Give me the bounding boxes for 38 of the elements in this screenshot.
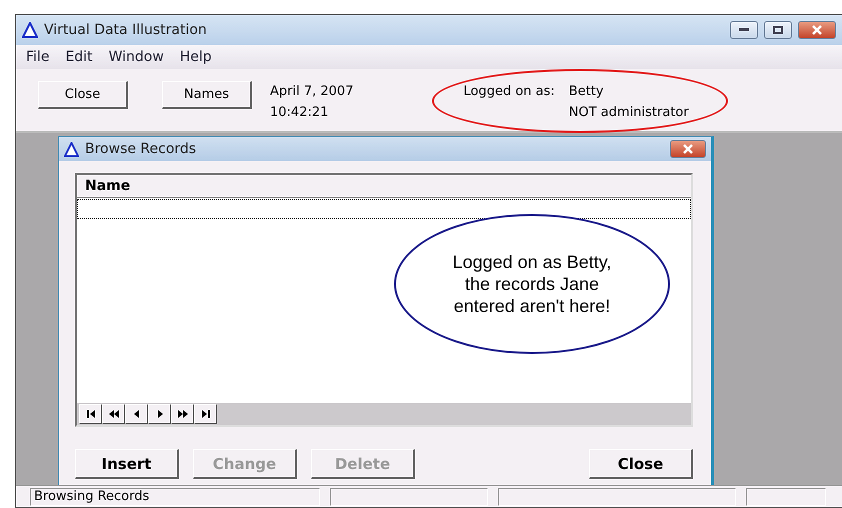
toolbar-button[interactable]: Names xyxy=(162,81,252,109)
menu-item[interactable]: Window xyxy=(108,49,164,65)
minimize-button[interactable] xyxy=(730,21,758,39)
nav-button[interactable] xyxy=(102,404,125,424)
minimize-icon xyxy=(739,28,749,32)
logged-on-label: Logged on as: xyxy=(463,84,555,99)
maximize-button[interactable] xyxy=(764,21,792,39)
last-arrow-icon xyxy=(200,408,212,420)
next-page-arrow-icon xyxy=(176,408,188,420)
nav-button[interactable] xyxy=(125,404,148,424)
callout-text: Logged on as Betty, the records Jane entered aren't here! xyxy=(452,251,612,317)
nav-button[interactable] xyxy=(171,404,194,424)
close-icon xyxy=(811,25,823,35)
nav-button[interactable] xyxy=(79,404,102,424)
child-window-title: Browse Records xyxy=(85,141,198,157)
close-button[interactable] xyxy=(798,21,836,39)
menu-item[interactable]: File xyxy=(26,49,50,65)
status-text: Browsing Records xyxy=(30,488,320,506)
nav-button[interactable] xyxy=(148,404,171,424)
date-text: April 7, 2007 xyxy=(270,84,354,99)
action-button[interactable]: Insert xyxy=(75,449,179,479)
menu-item[interactable]: Edit xyxy=(65,49,93,65)
prev-page-arrow-icon xyxy=(108,408,120,420)
close-button[interactable] xyxy=(670,140,706,158)
close-icon xyxy=(682,144,694,154)
time-text: 10:42:21 xyxy=(270,105,330,120)
window-title: Virtual Data Illustration xyxy=(44,22,208,38)
action-button[interactable]: Close xyxy=(589,449,693,479)
first-arrow-icon xyxy=(84,408,96,420)
user-name: Betty xyxy=(568,84,605,99)
toolbar-button[interactable]: Close xyxy=(38,81,128,109)
nav-button[interactable] xyxy=(194,404,217,424)
triangle-logo-icon xyxy=(64,142,79,156)
triangle-logo-icon xyxy=(22,22,38,38)
user-role: NOT administrator xyxy=(568,105,689,120)
maximize-icon xyxy=(773,26,783,34)
menu-item[interactable]: Help xyxy=(180,49,212,65)
column-header[interactable]: Name xyxy=(77,175,691,198)
